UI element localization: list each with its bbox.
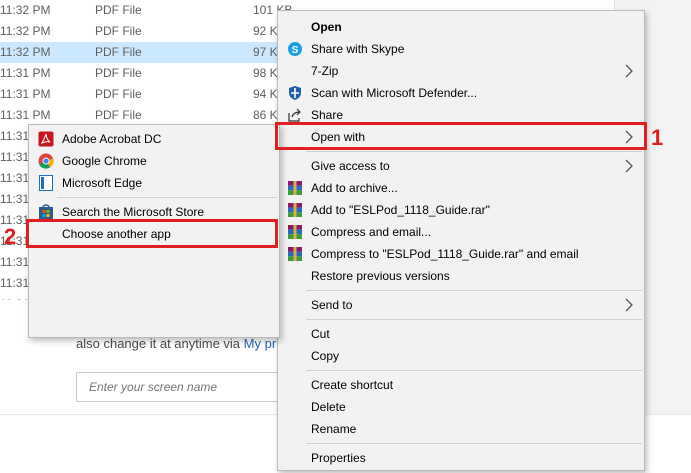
file-time: 11:32 PM (0, 45, 51, 59)
file-type: PDF File (95, 45, 142, 59)
menu-separator (57, 197, 277, 198)
menu-item-add-archive[interactable]: Add to archive... (278, 177, 644, 199)
share-icon (287, 107, 303, 123)
app-item-google-chrome[interactable]: Google Chrome (29, 150, 279, 172)
highlight-open-with (275, 122, 647, 150)
file-time: 11:31 PM (0, 108, 51, 122)
adobe-acrobat-icon (38, 131, 54, 147)
highlight-choose-another-app (26, 219, 278, 248)
microsoft-store-icon (38, 204, 54, 220)
file-type: PDF File (95, 108, 142, 122)
skype-icon: S (287, 41, 303, 57)
menu-item-compress-rar-email[interactable]: Compress to "ESLPod_1118_Guide.rar" and … (278, 243, 644, 265)
screen-name-input[interactable] (76, 372, 281, 402)
my-profile-link[interactable]: My pr (244, 336, 277, 351)
menu-item-delete[interactable]: Delete (278, 396, 644, 418)
menu-item-compress-email-label: Compress and email... (311, 225, 432, 239)
file-type: PDF File (95, 66, 142, 80)
file-row[interactable]: 11:32 PM PDF File 101 KB (0, 0, 292, 21)
step-number-2: 2 (4, 224, 17, 249)
file-row[interactable]: 11:32 PM PDF File 97 KB (0, 42, 290, 63)
menu-item-7zip[interactable]: 7-Zip (278, 60, 644, 82)
context-menu: Open S Share with Skype 7-Zip Scan with … (277, 10, 645, 471)
help-text: also change it at anytime via My pr (76, 336, 276, 351)
menu-item-compress-email[interactable]: Compress and email... (278, 221, 644, 243)
file-time: 11:31 (0, 171, 30, 185)
menu-item-scan-defender[interactable]: Scan with Microsoft Defender... (278, 82, 644, 104)
menu-item-compress-rar-email-label: Compress to "ESLPod_1118_Guide.rar" and … (311, 247, 579, 261)
file-row[interactable]: 11:32 PM PDF File 92 KB (0, 21, 290, 42)
menu-item-scan-defender-label: Scan with Microsoft Defender... (311, 86, 478, 100)
file-time: 11:32 PM (0, 24, 51, 38)
file-time: 11:31 PM (0, 87, 51, 101)
file-time: 11:31 PM (0, 66, 51, 80)
menu-item-send-to-label: Send to (311, 298, 353, 312)
menu-item-restore-versions-label: Restore previous versions (311, 269, 450, 283)
menu-item-share-label: Share (311, 108, 344, 122)
file-type: PDF File (95, 3, 142, 17)
menu-item-search-store-label: Search the Microsoft Store (62, 205, 205, 219)
menu-separator (306, 151, 642, 152)
svg-text:S: S (292, 45, 299, 56)
file-type: PDF File (95, 24, 142, 38)
google-chrome-icon (38, 153, 54, 169)
menu-item-rename-label: Rename (311, 422, 357, 436)
file-time: 11:31 (0, 192, 30, 206)
menu-item-rename[interactable]: Rename (278, 418, 644, 440)
menu-item-open[interactable]: Open (278, 16, 644, 38)
menu-item-restore-versions[interactable]: Restore previous versions (278, 265, 644, 287)
menu-item-properties-label: Properties (311, 451, 366, 465)
menu-separator (306, 370, 642, 371)
app-item-microsoft-edge[interactable]: Microsoft Edge (29, 172, 279, 194)
file-time: 11:31 (0, 129, 30, 143)
menu-item-share-skype-label: Share with Skype (311, 42, 405, 56)
menu-item-give-access-label: Give access to (311, 159, 390, 173)
menu-item-copy-label: Copy (311, 349, 340, 363)
file-row[interactable]: 11:31 PM PDF File 94 KB (0, 84, 290, 105)
menu-item-add-rar-label: Add to "ESLPod_1118_Guide.rar" (311, 203, 490, 217)
defender-shield-icon (287, 85, 303, 101)
file-time: 11:31 (0, 150, 30, 164)
menu-item-create-shortcut-label: Create shortcut (311, 378, 394, 392)
menu-separator (306, 443, 642, 444)
menu-item-add-rar[interactable]: Add to "ESLPod_1118_Guide.rar" (278, 199, 644, 221)
menu-item-properties[interactable]: Properties (278, 447, 644, 469)
file-time: 11:32 PM (0, 3, 51, 17)
menu-item-delete-label: Delete (311, 400, 346, 414)
winrar-icon (287, 246, 303, 262)
winrar-icon (287, 224, 303, 240)
chevron-right-icon (624, 159, 634, 173)
menu-item-cut[interactable]: Cut (278, 323, 644, 345)
step-number-1: 1 (651, 125, 664, 150)
app-item-microsoft-edge-label: Microsoft Edge (62, 176, 143, 190)
winrar-icon (287, 202, 303, 218)
chevron-right-icon (624, 298, 634, 312)
menu-item-7zip-label: 7-Zip (311, 64, 339, 78)
help-text-label: also change it at anytime via (76, 336, 244, 351)
menu-separator (306, 319, 642, 320)
file-row[interactable]: 11:31 PM PDF File 98 KB (0, 63, 290, 84)
winrar-icon (287, 180, 303, 196)
menu-item-open-label: Open (311, 20, 342, 34)
file-row[interactable]: 11:31 PM PDF File 86 KB (0, 105, 290, 126)
app-item-google-chrome-label: Google Chrome (62, 154, 147, 168)
microsoft-edge-icon (38, 175, 54, 191)
menu-item-create-shortcut[interactable]: Create shortcut (278, 374, 644, 396)
menu-item-copy[interactable]: Copy (278, 345, 644, 367)
menu-separator (306, 290, 642, 291)
menu-item-send-to[interactable]: Send to (278, 294, 644, 316)
menu-item-give-access[interactable]: Give access to (278, 155, 644, 177)
app-item-adobe-acrobat[interactable]: Adobe Acrobat DC (29, 128, 279, 150)
menu-item-add-archive-label: Add to archive... (311, 181, 398, 195)
menu-item-share-skype[interactable]: S Share with Skype (278, 38, 644, 60)
file-type: PDF File (95, 87, 142, 101)
menu-item-cut-label: Cut (311, 327, 330, 341)
app-item-adobe-acrobat-label: Adobe Acrobat DC (62, 132, 162, 146)
chevron-right-icon (624, 64, 634, 78)
